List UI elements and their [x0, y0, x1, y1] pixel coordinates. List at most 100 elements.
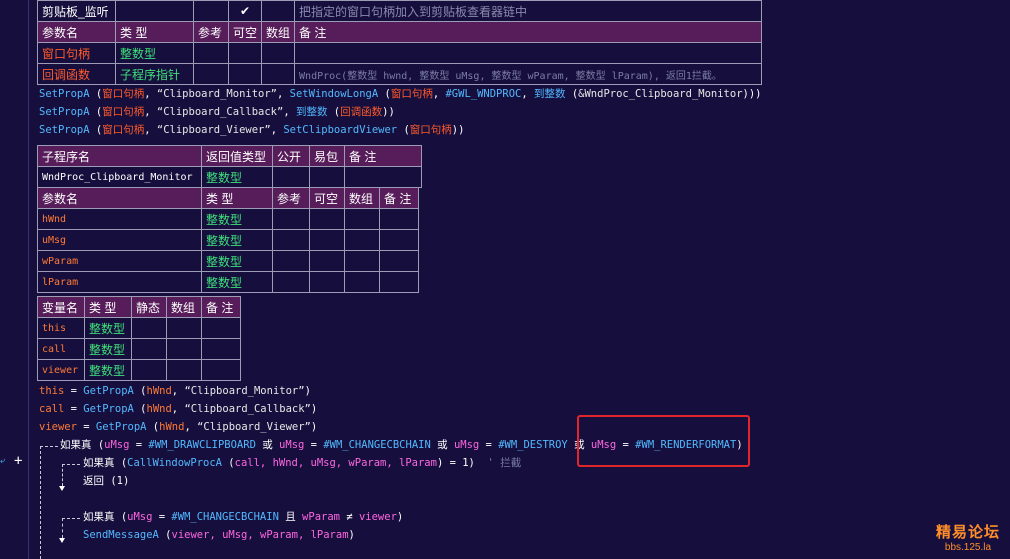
cell-empty: [193, 42, 229, 64]
subroutine-params-table: 参数名 类 型 参考 可空 数组 备 注 hWnd 整数型 uMsg 整数型 wPa…: [37, 187, 419, 293]
header-easy-pkg: 易包: [309, 145, 345, 167]
cell-empty: [131, 359, 167, 381]
highlight-box: [577, 415, 750, 467]
cell-empty: [272, 208, 310, 230]
header-comment: 备 注: [201, 296, 241, 318]
cell-empty: [166, 359, 202, 381]
param-type[interactable]: 整数型: [201, 271, 273, 293]
watermark-url: bbs.125.la: [944, 542, 992, 553]
header-comment: 备 注: [294, 21, 763, 43]
header-type: 类 型: [84, 296, 132, 318]
header-comment: 备 注: [379, 187, 419, 209]
header-sub-name: 子程序名: [37, 145, 202, 167]
sub-name[interactable]: WndProc_Clipboard_Monitor: [37, 166, 202, 188]
param-name[interactable]: 窗口句柄: [37, 42, 116, 64]
code-line[interactable]: SendMessageA (viewer, uMsg, wParam, lPar…: [83, 526, 355, 544]
header-public: 公开: [272, 145, 310, 167]
cell-empty: [193, 63, 229, 85]
flow-arrow-icon: [59, 486, 65, 491]
command-comment[interactable]: 把指定的窗口句柄加入到剪贴板查看器链中: [294, 0, 763, 22]
header-ref: 参考: [193, 21, 229, 43]
header-type: 类 型: [115, 21, 194, 43]
header-nullable: 可空: [309, 187, 345, 209]
cell-empty: [309, 166, 345, 188]
gutter-expand-icon[interactable]: +: [14, 453, 22, 469]
var-type[interactable]: 整数型: [84, 338, 132, 360]
check-icon: ✔: [239, 4, 251, 18]
header-var-name: 变量名: [37, 296, 85, 318]
header-param-name: 参数名: [37, 21, 116, 43]
cell-empty: [131, 317, 167, 339]
code-line[interactable]: SetPropA (窗口句柄, “Clipboard_Viewer”, SetC…: [39, 121, 464, 139]
cell-empty: [272, 250, 310, 272]
editor-gutter: [0, 0, 30, 559]
param-type[interactable]: 整数型: [201, 250, 273, 272]
cell-empty: [379, 250, 419, 272]
forum-watermark: 精易论坛 bbs.125.la: [936, 521, 1000, 553]
public-checkbox[interactable]: ✔: [227, 0, 263, 22]
header-param-name: 参数名: [37, 187, 202, 209]
cell-empty: [227, 42, 263, 64]
sub-return-type[interactable]: 整数型: [201, 166, 273, 188]
cell-empty: [201, 317, 241, 339]
cell-empty: [309, 229, 345, 251]
cell-empty: [379, 208, 419, 230]
header-array: 数组: [166, 296, 202, 318]
var-type[interactable]: 整数型: [84, 359, 132, 381]
cell-empty: [309, 250, 345, 272]
var-name[interactable]: this: [37, 317, 85, 339]
header-nullable: 可空: [227, 21, 263, 43]
param-name[interactable]: hWnd: [37, 208, 202, 230]
cell-empty: [261, 42, 296, 64]
cell-empty: [201, 338, 241, 360]
header-array: 数组: [344, 187, 380, 209]
var-name[interactable]: viewer: [37, 359, 85, 381]
code-line-return[interactable]: 返回 (1): [83, 472, 129, 490]
cell-empty: [379, 229, 419, 251]
param-name[interactable]: uMsg: [37, 229, 202, 251]
command-name[interactable]: 剪贴板_监听: [37, 0, 116, 22]
param-type[interactable]: 整数型: [201, 229, 273, 251]
param-comment[interactable]: WndProc(整数型 hwnd, 整数型 uMsg, 整数型 wParam, …: [294, 63, 763, 85]
cell-empty: [115, 0, 194, 22]
header-comment: 备 注: [344, 145, 422, 167]
var-type[interactable]: 整数型: [84, 317, 132, 339]
cell-empty: [309, 208, 345, 230]
header-static: 静态: [131, 296, 167, 318]
var-name[interactable]: call: [37, 338, 85, 360]
cell-empty: [261, 63, 296, 85]
watermark-title: 精易论坛: [935, 524, 1000, 541]
cell-empty: [344, 166, 422, 188]
flow-line: [62, 464, 80, 465]
header-type: 类 型: [201, 187, 273, 209]
gutter-marker-icon: ⤶: [0, 456, 6, 466]
param-name[interactable]: 回调函数: [37, 63, 116, 85]
code-line[interactable]: viewer = GetPropA (hWnd, “Clipboard_View…: [39, 418, 317, 436]
code-line[interactable]: SetPropA (窗口句柄, “Clipboard_Monitor”, Set…: [39, 85, 762, 103]
subroutine-table: 子程序名 返回值类型 公开 易包 备 注 WndProc_Clipboard_M…: [37, 145, 422, 188]
param-type[interactable]: 子程序指针: [115, 63, 194, 85]
cell-empty: [227, 63, 263, 85]
cell-empty: [344, 271, 380, 293]
cell-empty: [272, 271, 310, 293]
cell-empty: [193, 0, 229, 22]
header-array: 数组: [261, 21, 296, 43]
local-vars-table: 变量名 类 型 静态 数组 备 注 this 整数型 call 整数型 viewer…: [37, 296, 241, 381]
param-type[interactable]: 整数型: [115, 42, 194, 64]
code-line[interactable]: this = GetPropA (hWnd, “Clipboard_Monito…: [39, 382, 311, 400]
param-name[interactable]: lParam: [37, 271, 202, 293]
param-comment[interactable]: [294, 42, 763, 64]
dll-command-table: 剪贴板_监听 ✔ 把指定的窗口句柄加入到剪贴板查看器链中 参数名 类 型 参考 …: [37, 0, 763, 85]
cell-empty: [272, 166, 310, 188]
param-type[interactable]: 整数型: [201, 208, 273, 230]
cell-empty: [344, 208, 380, 230]
code-line[interactable]: call = GetPropA (hWnd, “Clipboard_Callba…: [39, 400, 317, 418]
header-return-type: 返回值类型: [201, 145, 273, 167]
flow-line: [40, 446, 58, 447]
code-line[interactable]: SetPropA (窗口句柄, “Clipboard_Callback”, 到整…: [39, 103, 395, 121]
param-name[interactable]: wParam: [37, 250, 202, 272]
code-line-if[interactable]: 如果真 (uMsg = #WM_CHANGECBCHAIN 且 wParam ≠…: [83, 508, 403, 526]
cell-empty: [344, 229, 380, 251]
code-line-if[interactable]: 如果真 (CallWindowProcA (call, hWnd, uMsg, …: [83, 454, 521, 472]
cell-empty: [261, 0, 296, 22]
